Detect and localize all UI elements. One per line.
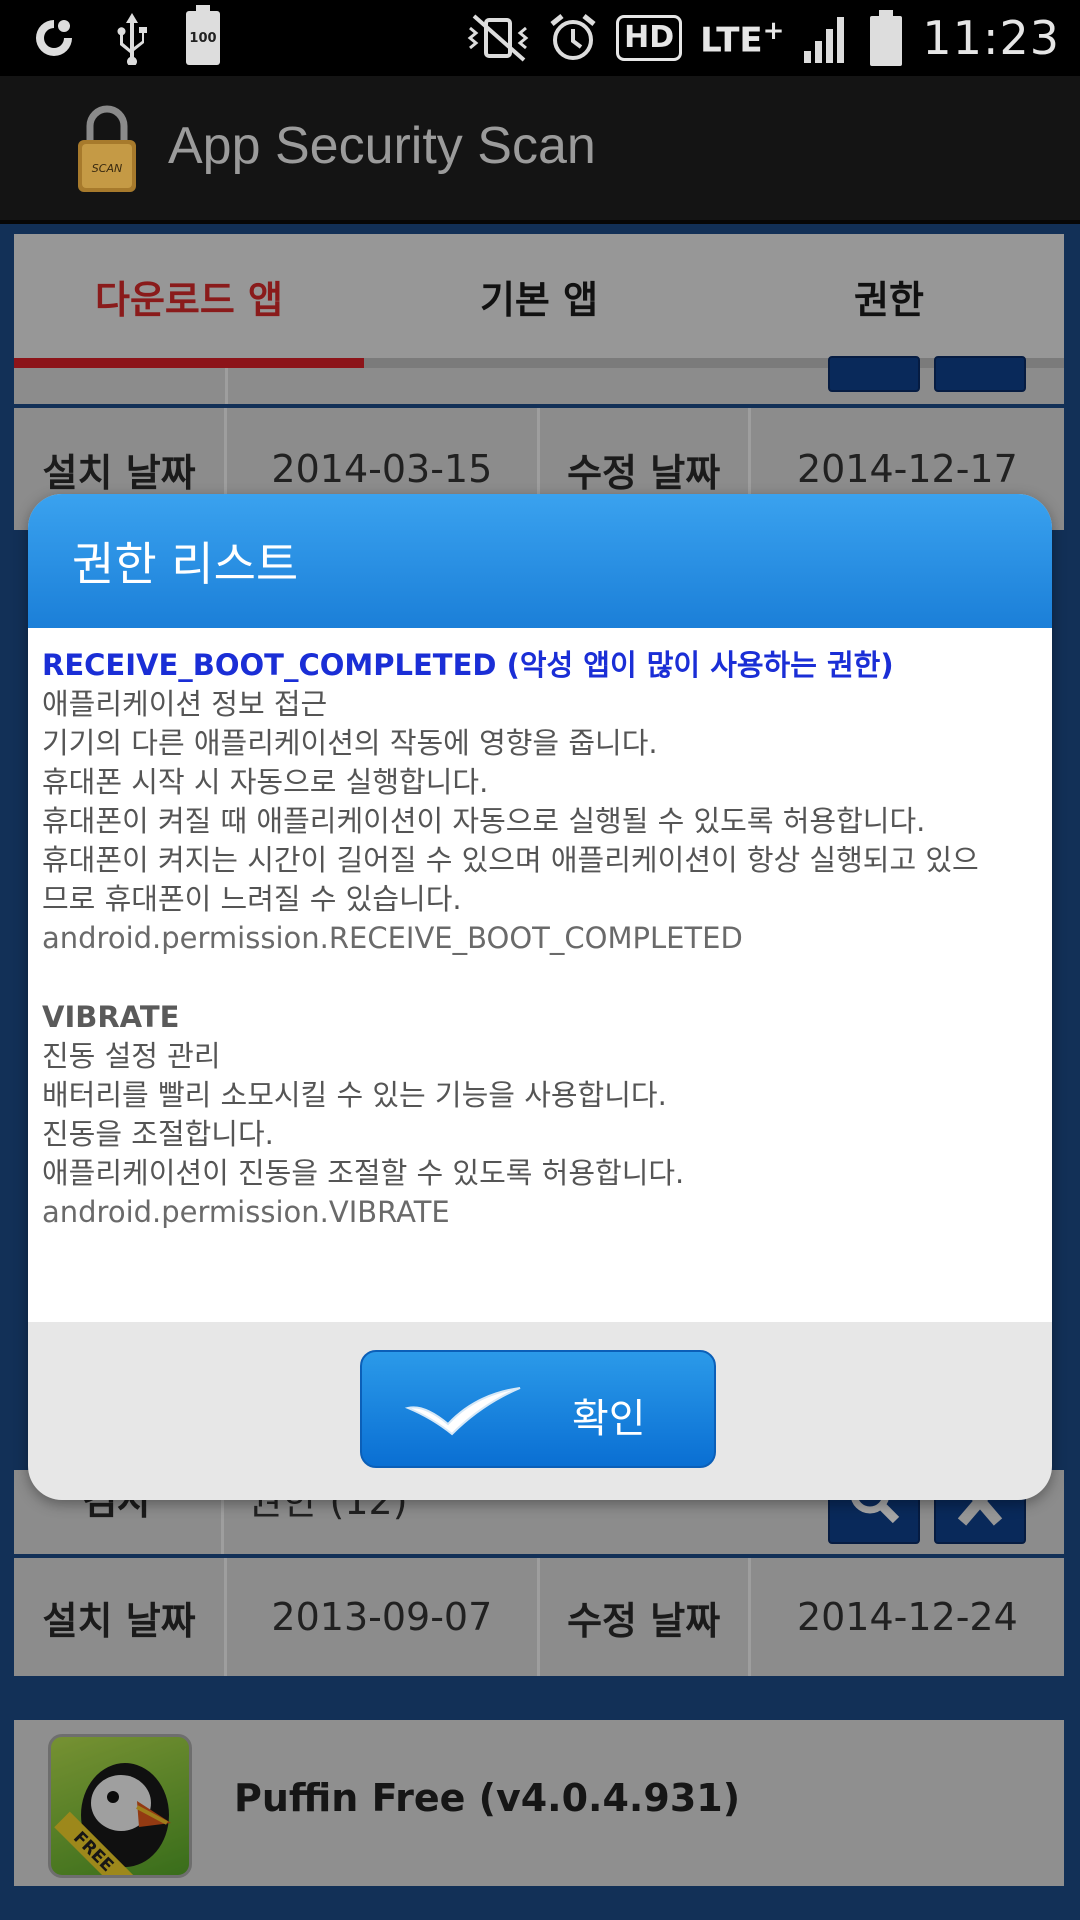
permission-group: 애플리케이션 정보 접근 (42, 687, 328, 721)
dialog-footer: 확인 (28, 1322, 1052, 1500)
permission-name-highlighted: RECEIVE_BOOT_COMPLETED (악성 앱이 많이 사용하는 권한… (42, 648, 894, 682)
action-bar: SCAN App Security Scan (0, 76, 1080, 224)
status-bar: 100 HD LTE+ 11:23 (0, 0, 1080, 76)
vibrate-mute-icon (466, 12, 530, 64)
permission-name: VIBRATE (42, 1000, 180, 1034)
permission-description: 휴대폰이 켜지는 시간이 길어질 수 있으며 애플리케이션이 항상 실행되고 있… (42, 843, 979, 916)
hd-voice-badge: HD (616, 15, 683, 61)
dialog-body[interactable]: RECEIVE_BOOT_COMPLETED (악성 앱이 많이 사용하는 권한… (28, 628, 1052, 1322)
permission-id: android.permission.VIBRATE (42, 1195, 450, 1229)
permission-description: 배터리를 빨리 소모시킬 수 있는 기능을 사용합니다. (42, 1078, 667, 1112)
confirm-button-label: 확인 (572, 1396, 646, 1442)
permission-description: 애플리케이션이 진동을 조절할 수 있도록 허용합니다. (42, 1156, 685, 1190)
checkmark-icon (404, 1387, 521, 1436)
permission-id: android.permission.RECEIVE_BOOT_COMPLETE… (42, 921, 743, 955)
app-notification-icon (30, 14, 78, 62)
battery-full-icon: 100 (186, 5, 220, 65)
app-title: App Security Scan (168, 117, 596, 175)
battery-icon (868, 10, 904, 66)
permission-group: 진동 설정 관리 (42, 1039, 221, 1073)
usb-icon (114, 11, 150, 65)
logo-scan-text: SCAN (92, 162, 122, 175)
dialog-title: 권한 리스트 (72, 537, 299, 591)
permission-description: 휴대폰 시작 시 자동으로 실행합니다. (42, 765, 489, 799)
alarm-icon (548, 12, 598, 64)
confirm-button[interactable]: 확인 (360, 1350, 716, 1468)
padlock-logo-icon: SCAN (76, 102, 138, 194)
permission-description: 휴대폰이 켜질 때 애플리케이션이 자동으로 실행될 수 있도록 허용합니다. (42, 804, 926, 838)
permission-description: 진동을 조절합니다. (42, 1117, 274, 1151)
signal-strength-icon (802, 13, 850, 63)
permission-list-dialog: 권한 리스트 RECEIVE_BOOT_COMPLETED (악성 앱이 많이 … (28, 494, 1052, 1500)
lte-indicator: LTE+ (700, 15, 785, 61)
clock: 11:23 (922, 11, 1060, 65)
dialog-header: 권한 리스트 (28, 494, 1052, 628)
permission-description: 기기의 다른 애플리케이션의 작동에 영향을 줍니다. (42, 726, 658, 760)
network-type-label: LTE (700, 20, 763, 61)
